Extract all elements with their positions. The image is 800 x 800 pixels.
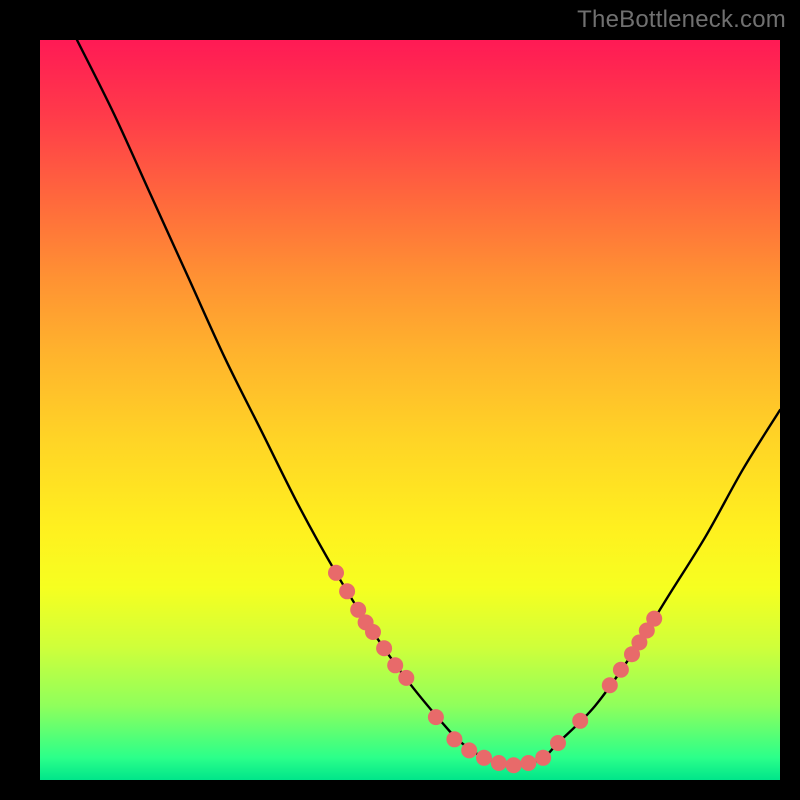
curve-marker xyxy=(461,742,477,758)
bottleneck-curve xyxy=(77,40,780,766)
curve-marker xyxy=(365,624,381,640)
plot-area xyxy=(40,40,780,780)
curve-marker xyxy=(535,750,551,766)
curve-marker xyxy=(428,709,444,725)
curve-marker xyxy=(398,670,414,686)
curve-marker xyxy=(646,611,662,627)
curve-marker xyxy=(506,757,522,773)
curve-marker xyxy=(328,565,344,581)
attribution-text: TheBottleneck.com xyxy=(577,6,786,34)
curve-marker xyxy=(339,583,355,599)
curve-marker xyxy=(613,662,629,678)
curve-marker xyxy=(446,731,462,747)
curve-marker xyxy=(491,755,507,771)
marker-group xyxy=(328,565,662,773)
curve-marker xyxy=(476,750,492,766)
curve-marker xyxy=(387,657,403,673)
curve-marker xyxy=(550,735,566,751)
curve-marker xyxy=(602,677,618,693)
curve-marker xyxy=(376,640,392,656)
curve-marker xyxy=(520,755,536,771)
curve-svg xyxy=(40,40,780,780)
curve-marker xyxy=(572,713,588,729)
chart-frame: TheBottleneck.com xyxy=(0,0,800,800)
